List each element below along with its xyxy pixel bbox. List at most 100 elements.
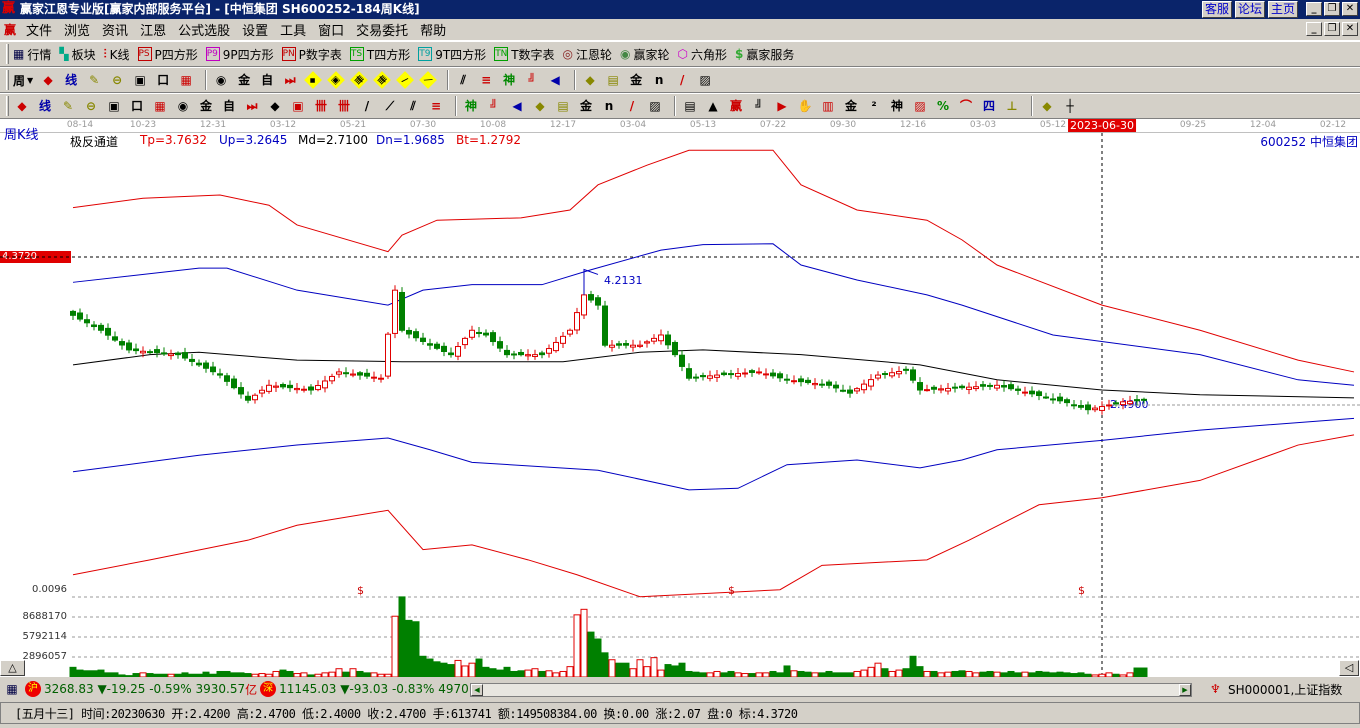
grid-icon[interactable]: ▦ — [4, 680, 20, 698]
menu-window[interactable]: 窗口 — [312, 20, 350, 39]
si-icon[interactable]: ⊥ — [1003, 97, 1021, 115]
close-button[interactable]: ✕ — [1342, 2, 1358, 16]
menu-formula[interactable]: 公式选股 — [172, 20, 236, 39]
customer-service-link[interactable]: 客服 — [1201, 1, 1232, 18]
child-close-button[interactable]: ✕ — [1342, 22, 1358, 36]
candle-type-icon[interactable]: ▣ — [131, 71, 149, 89]
triangle-icon[interactable]: ⏭ — [243, 97, 261, 115]
zigzag-icon[interactable]: 金 — [577, 97, 595, 115]
current-index[interactable]: SH000001,上证指数 — [1228, 681, 1342, 698]
prev-icon[interactable]: 自 — [258, 71, 276, 89]
infinity-icon[interactable]: ┼ — [1061, 97, 1079, 115]
box-fan-icon[interactable]: ◀ — [508, 97, 526, 115]
toolbar-pn[interactable]: PN P数字表 — [281, 46, 342, 63]
circle-icon[interactable]: ◉ — [174, 97, 192, 115]
pct-fan-icon[interactable]: ▲ — [704, 97, 722, 115]
left-diamond-icon[interactable]: ◆ — [304, 71, 323, 89]
target2-icon[interactable]: ◆ — [266, 97, 284, 115]
span-icon[interactable]: ≡ — [427, 97, 445, 115]
toolbar-hexagon[interactable]: ⬡ 六角形 — [678, 46, 728, 63]
f2-icon[interactable]: ▨ — [911, 97, 929, 115]
menu-trade[interactable]: 交易委托 — [350, 20, 414, 39]
square-icon[interactable]: 神 — [462, 97, 480, 115]
scroll-right-icon[interactable]: ▶ — [1179, 684, 1191, 696]
last-icon[interactable]: 金 — [235, 71, 253, 89]
grid2-icon[interactable]: ⫽ — [404, 97, 422, 115]
toolbar-t9[interactable]: T9 9T四方形 — [418, 46, 486, 63]
pct-lines-icon[interactable]: ╝ — [750, 97, 768, 115]
n2-icon[interactable]: 自 — [220, 97, 238, 115]
lines-icon[interactable]: 线 — [36, 97, 54, 115]
box-fan2-icon[interactable]: ◆ — [531, 97, 549, 115]
diag-icon[interactable]: 卌 — [335, 97, 353, 115]
scroll-left-icon[interactable]: ◀ — [471, 684, 483, 696]
calculator-icon[interactable]: ▤ — [604, 71, 622, 89]
flag-icon[interactable]: ▦ — [177, 71, 195, 89]
menu-settings[interactable]: 设置 — [236, 20, 274, 39]
hash-icon[interactable]: 金 — [197, 97, 215, 115]
gold4-icon[interactable]: % — [934, 97, 952, 115]
zoom-icon[interactable]: ◆ — [39, 71, 57, 89]
gold-circle-icon[interactable]: ▶ — [773, 97, 791, 115]
child-minimize-button[interactable]: _ — [1306, 22, 1322, 36]
scroll-left-button[interactable]: ◁ — [1339, 660, 1359, 676]
self-icon[interactable]: 线 — [62, 71, 80, 89]
forum-link[interactable]: 论坛 — [1234, 1, 1265, 18]
gold1-icon[interactable]: ✎ — [59, 97, 77, 115]
save-icon[interactable]: n — [650, 71, 668, 89]
pen-icon[interactable]: ◆ — [13, 97, 31, 115]
percent-icon[interactable]: 赢 — [727, 97, 745, 115]
move-diamond-icon[interactable]: ⟋ — [419, 71, 438, 89]
calendar-icon[interactable]: ◆ — [581, 71, 599, 89]
ticker-scrollbar[interactable]: ◀ ▶ — [470, 683, 1192, 697]
toolbar-ts[interactable]: TS T四方形 — [349, 46, 410, 63]
ying2-icon[interactable]: 四 — [980, 97, 998, 115]
shape-icon[interactable]: ◀ — [546, 71, 564, 89]
f-icon[interactable]: ▣ — [105, 97, 123, 115]
print-icon[interactable]: / — [673, 71, 691, 89]
menu-help[interactable]: 帮助 — [414, 20, 452, 39]
wave-icon[interactable]: 神 — [500, 71, 518, 89]
menu-gann[interactable]: 江恩 — [134, 20, 172, 39]
chart-a-icon[interactable]: ✎ — [85, 71, 103, 89]
box-icon[interactable]: 卌 — [312, 97, 330, 115]
yinyang-icon[interactable]: ◆ — [1038, 97, 1056, 115]
shen2-icon[interactable]: ⌒ — [957, 97, 975, 115]
arc-icon[interactable]: 金 — [842, 97, 860, 115]
spiral-icon[interactable]: 口 — [128, 97, 146, 115]
minimize-button[interactable]: _ — [1306, 2, 1322, 16]
star-icon[interactable]: ▣ — [289, 97, 307, 115]
right-diamond-icon[interactable]: ▣ — [327, 71, 346, 89]
toolbar-p9[interactable]: P9 9P四方形 — [205, 46, 274, 63]
fan-red-icon[interactable]: ╝ — [485, 97, 503, 115]
cross-diamond-icon[interactable]: 卌 — [373, 71, 392, 89]
jie-icon[interactable]: ╝ — [523, 71, 541, 89]
menu-info[interactable]: 资讯 — [96, 20, 134, 39]
gold-lines-icon[interactable]: ✋ — [796, 97, 814, 115]
monitor-icon[interactable]: ▨ — [696, 71, 714, 89]
hand-icon[interactable]: ⫽ — [454, 71, 472, 89]
fan-icon[interactable]: ▦ — [151, 97, 169, 115]
gold3-icon[interactable]: ² — [865, 97, 883, 115]
ying-icon[interactable]: ⟋ — [381, 97, 399, 115]
chart-b-icon[interactable]: ⊖ — [108, 71, 126, 89]
menu-browse[interactable]: 浏览 — [58, 20, 96, 39]
up-diamond-icon[interactable]: 卌 — [350, 71, 369, 89]
kline-chart[interactable]: 08-14 10-23 12-31 03-12 05-21 07-30 10-08 12-17… — [0, 119, 1360, 677]
restore-button[interactable]: ❐ — [1324, 2, 1340, 16]
grid4-icon[interactable]: / — [623, 97, 641, 115]
menu-tools[interactable]: 工具 — [274, 20, 312, 39]
parallel-icon[interactable]: ▨ — [646, 97, 664, 115]
grid3-icon[interactable]: n — [600, 97, 618, 115]
toolbar-tn[interactable]: TN T数字表 — [494, 46, 555, 63]
chevron-down-icon[interactable]: ▼ — [27, 76, 33, 85]
toolbar-ps[interactable]: PS P四方形 — [137, 46, 198, 63]
toolbar-candles[interactable]: ⫶ K线 — [104, 46, 130, 63]
tower-icon[interactable]: ▥ — [819, 97, 837, 115]
j-icon[interactable]: 神 — [888, 97, 906, 115]
first-icon[interactable]: ◉ — [212, 71, 230, 89]
toolbar-dollar[interactable]: $ 赢家服务 — [735, 46, 794, 63]
next-icon[interactable]: ⏭ — [281, 71, 299, 89]
notes-icon[interactable]: 金 — [627, 71, 645, 89]
crosshair-icon[interactable]: ≡ — [477, 71, 495, 89]
